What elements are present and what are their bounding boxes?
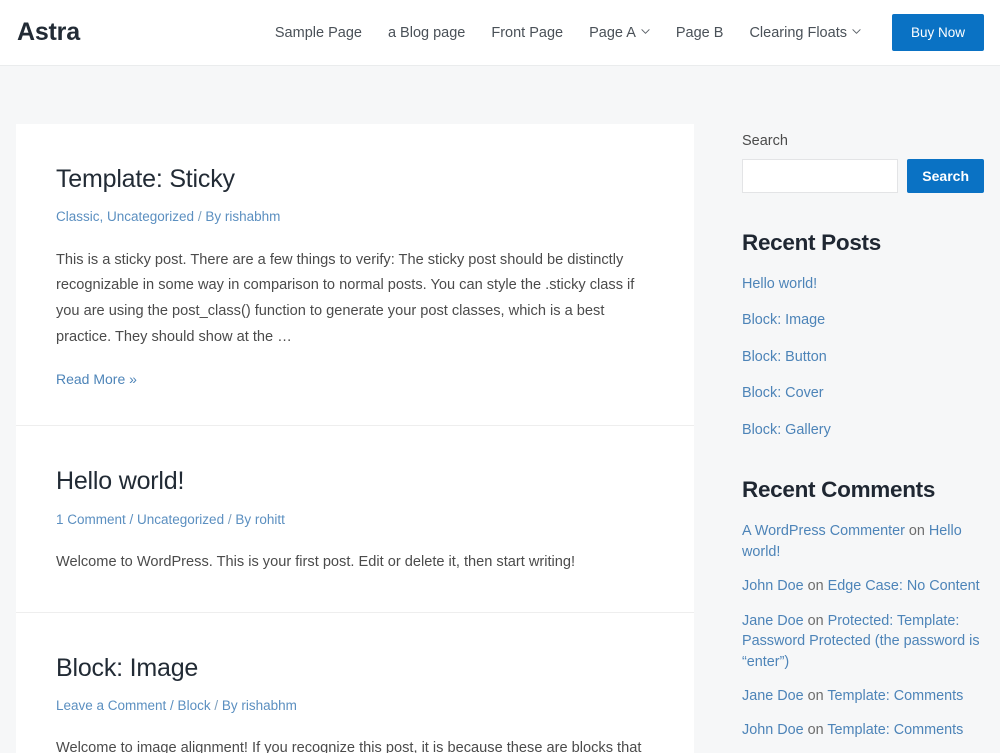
comment-author-link[interactable]: John Doe: [742, 578, 804, 594]
nav-item-a-blog-page[interactable]: a Blog page: [375, 0, 478, 66]
list-item: A WordPress Commenter on Hello world!: [742, 521, 984, 562]
list-item: Jane Doe on Protected: Template: Passwor…: [742, 611, 984, 672]
sidebar: Search Search Recent Posts Hello world! …: [742, 124, 984, 753]
post-meta: Leave a Comment / Block / By rishabhm: [56, 696, 654, 716]
search-row: Search: [742, 159, 984, 193]
list-item: Block: Image: [742, 310, 984, 330]
comment-connector: on: [803, 612, 828, 629]
list-item: Block: Cover: [742, 383, 984, 403]
comment-author-link[interactable]: Jane Doe: [742, 688, 804, 704]
chevron-down-icon[interactable]: [852, 27, 861, 36]
post-meta-author[interactable]: By rishabhm: [222, 698, 297, 713]
search-widget: Search Search: [742, 133, 984, 193]
read-more-link[interactable]: Read More »: [56, 371, 137, 387]
post-meta: Classic, Uncategorized / By rishabhm: [56, 207, 654, 227]
list-item: John Doe on Edge Case: No Content: [742, 576, 984, 596]
recent-post-link[interactable]: Block: Cover: [742, 385, 824, 401]
post-title[interactable]: Block: Image: [56, 653, 654, 684]
recent-posts-widget: Recent Posts Hello world! Block: Image B…: [742, 230, 984, 440]
post-excerpt: This is a sticky post. There are a few t…: [56, 251, 635, 346]
post-meta-separator: /: [224, 511, 236, 527]
comment-post-link[interactable]: Edge Case: No Content: [828, 578, 980, 594]
nav-item-page-a[interactable]: Page A: [576, 0, 663, 66]
recent-post-link[interactable]: Block: Gallery: [742, 422, 831, 438]
main-navigation: Sample Page a Blog page Front Page Page …: [262, 0, 984, 66]
search-label: Search: [742, 133, 788, 149]
post-meta-separator: /: [210, 698, 222, 714]
site-header: Astra Sample Page a Blog page Front Page…: [0, 0, 1000, 66]
nav-item-label: Page B: [675, 24, 724, 41]
nav-item-label: Clearing Floats: [749, 24, 847, 41]
recent-post-link[interactable]: Hello world!: [742, 276, 817, 292]
comment-author-link[interactable]: John Doe: [742, 722, 804, 738]
recent-post-link[interactable]: Block: Image: [742, 312, 825, 328]
nav-item-sample-page[interactable]: Sample Page: [262, 0, 375, 66]
comment-connector: on: [904, 523, 929, 540]
list-item: Jane Doe on Template: Comments: [742, 686, 984, 706]
nav-item-label: Page A: [589, 24, 636, 41]
comment-post-link[interactable]: Template: Comments: [827, 688, 963, 704]
search-button[interactable]: Search: [907, 159, 984, 193]
nav-item-front-page[interactable]: Front Page: [478, 0, 576, 66]
chevron-down-icon[interactable]: [641, 27, 650, 36]
recent-comments-list: A WordPress Commenter on Hello world! Jo…: [742, 521, 984, 741]
post-item: Block: Image Leave a Comment / Block / B…: [16, 613, 694, 753]
list-item: Block: Gallery: [742, 420, 984, 440]
page-wrapper: Template: Sticky Classic, Uncategorized …: [0, 66, 1000, 753]
nav-item-label: Front Page: [491, 24, 564, 41]
recent-post-link[interactable]: Block: Button: [742, 349, 827, 365]
post-meta-separator: /: [194, 209, 206, 225]
post-excerpt: Welcome to image alignment! If you recog…: [56, 740, 642, 753]
recent-posts-list: Hello world! Block: Image Block: Button …: [742, 274, 984, 440]
recent-comments-widget: Recent Comments A WordPress Commenter on…: [742, 477, 984, 741]
recent-comments-title: Recent Comments: [742, 477, 936, 503]
comment-connector: on: [803, 722, 828, 739]
nav-item-page-b[interactable]: Page B: [663, 0, 737, 66]
post-list: Template: Sticky Classic, Uncategorized …: [16, 124, 694, 753]
comment-author-link[interactable]: Jane Doe: [742, 613, 804, 629]
nav-item-clearing-floats[interactable]: Clearing Floats: [736, 0, 874, 66]
post-meta-author[interactable]: By rohitt: [235, 512, 285, 527]
post-item: Hello world! 1 Comment / Uncategorized /…: [16, 426, 694, 613]
post-title[interactable]: Template: Sticky: [56, 164, 654, 195]
post-meta-categories[interactable]: Leave a Comment / Block: [56, 698, 211, 713]
post-meta-author[interactable]: By rishabhm: [205, 209, 280, 224]
nav-item-label: a Blog page: [387, 24, 466, 41]
list-item: Block: Button: [742, 347, 984, 367]
post-title[interactable]: Hello world!: [56, 466, 654, 497]
post-meta: 1 Comment / Uncategorized / By rohitt: [56, 510, 654, 530]
post-meta-categories[interactable]: Classic, Uncategorized: [56, 209, 194, 224]
nav-item-label: Sample Page: [274, 24, 362, 41]
search-input[interactable]: [742, 159, 899, 193]
buy-now-button[interactable]: Buy Now: [891, 14, 984, 51]
comment-connector: on: [803, 687, 828, 704]
site-title[interactable]: Astra: [17, 18, 80, 47]
comment-connector: on: [803, 578, 828, 595]
post-item: Template: Sticky Classic, Uncategorized …: [16, 124, 694, 427]
list-item: Hello world!: [742, 274, 984, 294]
list-item: John Doe on Template: Comments: [742, 720, 984, 740]
comment-author-link[interactable]: A WordPress Commenter: [742, 523, 905, 539]
recent-posts-title: Recent Posts: [742, 230, 881, 255]
post-excerpt: Welcome to WordPress. This is your first…: [56, 553, 576, 570]
post-meta-categories[interactable]: 1 Comment / Uncategorized: [56, 512, 224, 527]
comment-post-link[interactable]: Template: Comments: [827, 722, 963, 738]
